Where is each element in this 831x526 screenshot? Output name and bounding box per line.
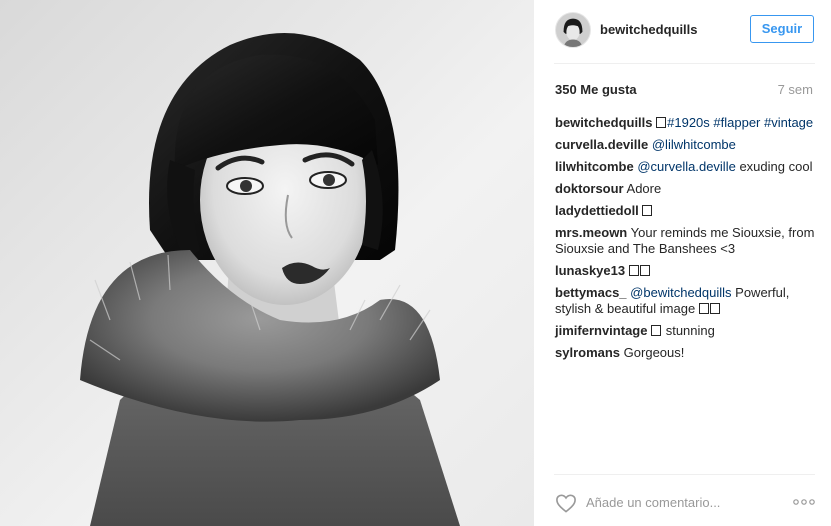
comment-text: exuding cool: [739, 159, 813, 174]
comment-item: jimifernvintage stunning: [555, 323, 825, 339]
comment-username[interactable]: bettymacs_: [555, 285, 627, 300]
comment-username[interactable]: doktorsour: [555, 181, 624, 196]
avatar-image: [556, 13, 590, 47]
add-comment-input[interactable]: Añade un comentario...: [586, 495, 720, 510]
comment-item: doktorsour Adore: [555, 181, 825, 197]
emoji-box-icon: [651, 325, 662, 336]
follow-button[interactable]: Seguir: [750, 15, 814, 43]
comment-hashtags[interactable]: #1920s #flapper #vintage: [667, 115, 813, 130]
comment-text: stunning: [665, 323, 715, 338]
emoji-box-icon: [628, 265, 639, 276]
comment-username[interactable]: mrs.meown: [555, 225, 627, 240]
comment-mention[interactable]: @curvella.deville: [637, 159, 735, 174]
comment-item: ladydettiedoll: [555, 203, 825, 219]
post-time[interactable]: 7 sem: [778, 82, 813, 97]
comment-item: curvella.deville @lilwhitcombe: [555, 137, 825, 153]
comment-text: Gorgeous!: [623, 345, 685, 360]
instagram-post: bewitchedquills Seguir 350 Me gusta 7 se…: [0, 0, 831, 526]
post-author-username[interactable]: bewitchedquills: [600, 22, 698, 37]
emoji-box-icon: [656, 117, 667, 128]
emoji-box-icon: [709, 303, 720, 314]
portrait-photo: [0, 0, 534, 526]
comment-item: mrs.meown Your reminds me Siouxsie, from…: [555, 225, 825, 257]
emoji-box-icon: [698, 303, 709, 314]
comment-mention[interactable]: @bewitchedquills: [630, 285, 731, 300]
comment-username[interactable]: jimifernvintage: [555, 323, 647, 338]
comment-item: bettymacs_ @bewitchedquills Powerful, st…: [555, 285, 825, 317]
comment-username[interactable]: sylromans: [555, 345, 620, 360]
comment-item: lilwhitcombe @curvella.deville exuding c…: [555, 159, 825, 175]
comment-username[interactable]: ladydettiedoll: [555, 203, 639, 218]
comment-item: lunaskye13: [555, 263, 825, 279]
post-side-panel: bewitchedquills Seguir 350 Me gusta 7 se…: [534, 0, 831, 526]
divider: [554, 63, 815, 64]
comment-caption: bewitchedquills #1920s #flapper #vintage: [555, 115, 825, 131]
likes-count[interactable]: 350 Me gusta: [555, 82, 637, 97]
comments-list: bewitchedquills #1920s #flapper #vintage…: [555, 115, 825, 367]
comment-username[interactable]: bewitchedquills: [555, 115, 653, 130]
avatar[interactable]: [555, 12, 591, 48]
emoji-box-icon: [642, 205, 653, 216]
comment-mention[interactable]: @lilwhitcombe: [652, 137, 736, 152]
comment-text: Adore: [626, 181, 662, 196]
comment-username[interactable]: lunaskye13: [555, 263, 625, 278]
post-photo[interactable]: [0, 0, 534, 526]
emoji-box-icon: [639, 265, 650, 276]
comment-username[interactable]: lilwhitcombe: [555, 159, 634, 174]
post-header: bewitchedquills Seguir: [534, 0, 831, 63]
more-options-icon[interactable]: [792, 498, 816, 506]
comment-footer: Añade un comentario...: [534, 474, 831, 526]
heart-icon[interactable]: [555, 493, 577, 513]
comment-item: sylromans Gorgeous!: [555, 345, 825, 361]
comment-username[interactable]: curvella.deville: [555, 137, 648, 152]
